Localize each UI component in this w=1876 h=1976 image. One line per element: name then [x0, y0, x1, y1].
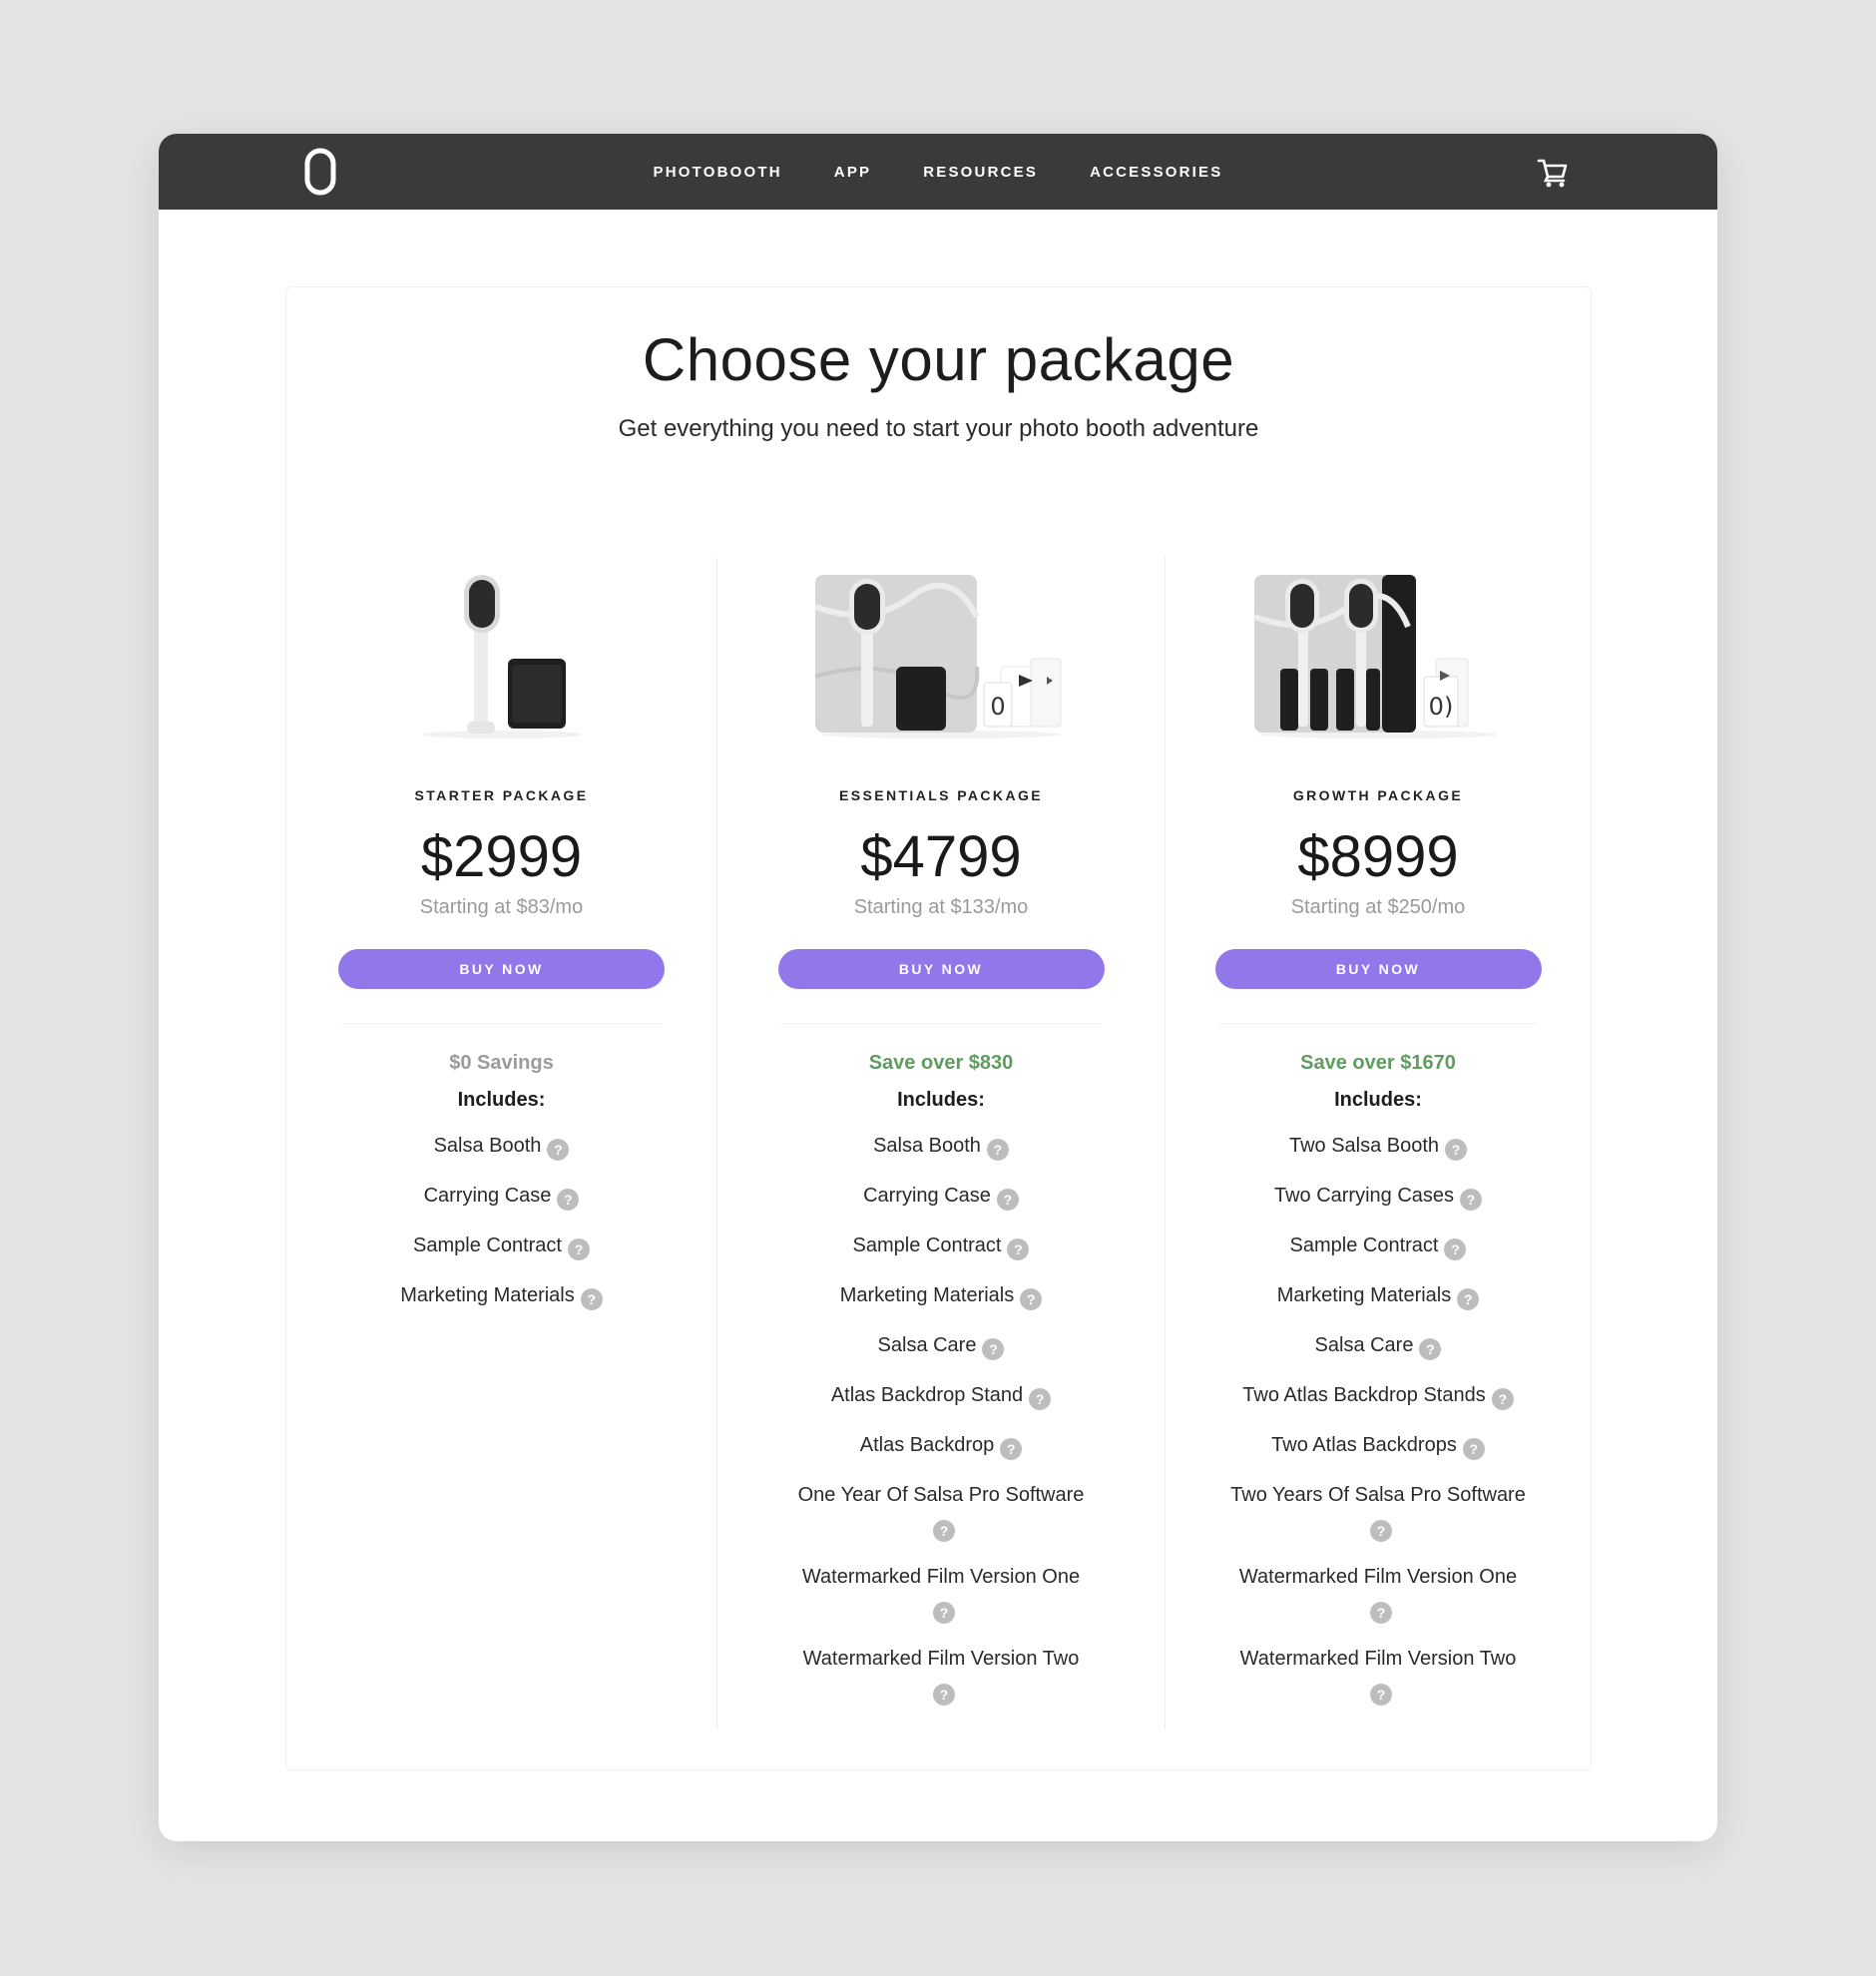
- list-item: Marketing Materials?: [1228, 1279, 1528, 1311]
- help-icon[interactable]: ?: [933, 1520, 955, 1542]
- help-icon[interactable]: ?: [1007, 1238, 1030, 1260]
- svg-text:0): 0): [1429, 693, 1454, 721]
- top-navbar: PHOTOBOOTH APP RESOURCES ACCESSORIES: [159, 134, 1717, 210]
- nav-link-app[interactable]: APP: [834, 164, 871, 181]
- savings-label: Save over $830: [868, 1052, 1014, 1074]
- help-icon[interactable]: ?: [1444, 1238, 1467, 1260]
- help-icon[interactable]: ?: [1445, 1139, 1468, 1161]
- browser-window: PHOTOBOOTH APP RESOURCES ACCESSORIES Cho…: [159, 134, 1717, 1841]
- buy-now-button[interactable]: BUY NOW: [1214, 949, 1542, 989]
- nav-link-accessories[interactable]: ACCESSORIES: [1090, 164, 1222, 181]
- help-icon[interactable]: ?: [1491, 1388, 1514, 1410]
- list-item: One Year Of Salsa Pro Software?: [791, 1479, 1091, 1543]
- list-item: Two Atlas Backdrops?: [1228, 1429, 1528, 1461]
- nav-links: PHOTOBOOTH APP RESOURCES ACCESSORIES: [159, 134, 1717, 210]
- list-item: Watermarked Film Version One?: [1228, 1561, 1528, 1625]
- list-item: Salsa Care?: [791, 1329, 1091, 1361]
- included-items-list: Salsa Booth? Carrying Case? Sample Contr…: [791, 1130, 1091, 1725]
- help-icon[interactable]: ?: [1370, 1520, 1392, 1542]
- growth-product-image: 0): [1252, 575, 1498, 739]
- package-card-starter: STARTER PACKAGE $2999 Starting at $83/mo…: [286, 557, 716, 1729]
- help-icon[interactable]: ?: [933, 1684, 955, 1706]
- help-icon[interactable]: ?: [547, 1139, 570, 1161]
- help-icon[interactable]: ?: [1020, 1288, 1043, 1310]
- list-item: Watermarked Film Version Two?: [1228, 1643, 1528, 1707]
- list-item: Sample Contract?: [352, 1230, 652, 1261]
- package-card-essentials: 0 ESSENTIALS PACKAGE $4799 Starting at $…: [716, 557, 1165, 1729]
- monthly-price: Starting at $133/mo: [853, 896, 1029, 918]
- page-title: Choose your package: [642, 326, 1235, 393]
- list-item: Two Years Of Salsa Pro Software?: [1228, 1479, 1528, 1543]
- package-name: STARTER PACKAGE: [414, 787, 589, 803]
- list-item: Sample Contract?: [791, 1230, 1091, 1261]
- package-price: $8999: [1297, 824, 1459, 889]
- help-icon[interactable]: ?: [1029, 1388, 1052, 1410]
- help-icon[interactable]: ?: [1462, 1438, 1485, 1460]
- list-item: Watermarked Film Version One?: [791, 1561, 1091, 1625]
- list-item: Marketing Materials?: [791, 1279, 1091, 1311]
- includes-heading: Includes:: [897, 1089, 985, 1111]
- list-item: Salsa Booth?: [791, 1130, 1091, 1162]
- list-item: Carrying Case?: [791, 1180, 1091, 1212]
- included-items-list: Two Salsa Booth? Two Carrying Cases? Sam…: [1228, 1130, 1528, 1725]
- divider: [781, 1023, 1101, 1024]
- list-item: Marketing Materials?: [352, 1279, 652, 1311]
- list-item: Two Salsa Booth?: [1228, 1130, 1528, 1162]
- list-item: Salsa Care?: [1228, 1329, 1528, 1361]
- buy-now-button[interactable]: BUY NOW: [338, 949, 665, 989]
- help-icon[interactable]: ?: [1370, 1684, 1392, 1706]
- help-icon[interactable]: ?: [1419, 1338, 1442, 1360]
- list-item: Two Atlas Backdrop Stands?: [1228, 1379, 1528, 1411]
- essentials-product-image: 0: [813, 575, 1062, 739]
- help-icon[interactable]: ?: [567, 1238, 590, 1260]
- included-items-list: Salsa Booth? Carrying Case? Sample Contr…: [352, 1130, 652, 1329]
- package-name: GROWTH PACKAGE: [1292, 787, 1464, 803]
- package-card-growth: 0) GROWTH PACKAGE $8999 Starting at $250…: [1165, 557, 1591, 1729]
- cart-icon[interactable]: [1536, 156, 1570, 190]
- starter-product-image: [421, 575, 582, 739]
- savings-label: Save over $1670: [1300, 1052, 1456, 1074]
- monthly-price: Starting at $83/mo: [419, 896, 584, 918]
- list-item: Two Carrying Cases?: [1228, 1180, 1528, 1212]
- help-icon[interactable]: ?: [933, 1602, 955, 1624]
- list-item: Carrying Case?: [352, 1180, 652, 1212]
- pricing-panel: Choose your package Get everything you n…: [285, 286, 1592, 1770]
- list-item: Atlas Backdrop?: [791, 1429, 1091, 1461]
- help-icon[interactable]: ?: [557, 1189, 580, 1211]
- nav-link-resources[interactable]: RESOURCES: [923, 164, 1038, 181]
- savings-label: $0 Savings: [449, 1052, 554, 1074]
- list-item: Watermarked Film Version Two?: [791, 1643, 1091, 1707]
- help-icon[interactable]: ?: [982, 1338, 1005, 1360]
- divider: [1218, 1023, 1538, 1024]
- help-icon[interactable]: ?: [1370, 1602, 1392, 1624]
- help-icon[interactable]: ?: [996, 1189, 1019, 1211]
- help-icon[interactable]: ?: [580, 1288, 603, 1310]
- help-icon[interactable]: ?: [986, 1139, 1009, 1161]
- package-name: ESSENTIALS PACKAGE: [839, 787, 1043, 803]
- monthly-price: Starting at $250/mo: [1290, 896, 1466, 918]
- list-item: Sample Contract?: [1228, 1230, 1528, 1261]
- divider: [341, 1023, 662, 1024]
- page-subtitle: Get everything you need to start your ph…: [618, 415, 1259, 442]
- nav-link-photobooth[interactable]: PHOTOBOOTH: [654, 164, 782, 181]
- list-item: Salsa Booth?: [352, 1130, 652, 1162]
- help-icon[interactable]: ?: [1000, 1438, 1023, 1460]
- help-icon[interactable]: ?: [1457, 1288, 1480, 1310]
- svg-text:0: 0: [990, 693, 1005, 721]
- list-item: Atlas Backdrop Stand?: [791, 1379, 1091, 1411]
- includes-heading: Includes:: [1334, 1089, 1422, 1111]
- package-price: $4799: [860, 824, 1022, 889]
- help-icon[interactable]: ?: [1460, 1189, 1483, 1211]
- includes-heading: Includes:: [457, 1089, 546, 1111]
- buy-now-button[interactable]: BUY NOW: [777, 949, 1105, 989]
- package-columns: STARTER PACKAGE $2999 Starting at $83/mo…: [286, 557, 1591, 1729]
- package-price: $2999: [420, 824, 583, 889]
